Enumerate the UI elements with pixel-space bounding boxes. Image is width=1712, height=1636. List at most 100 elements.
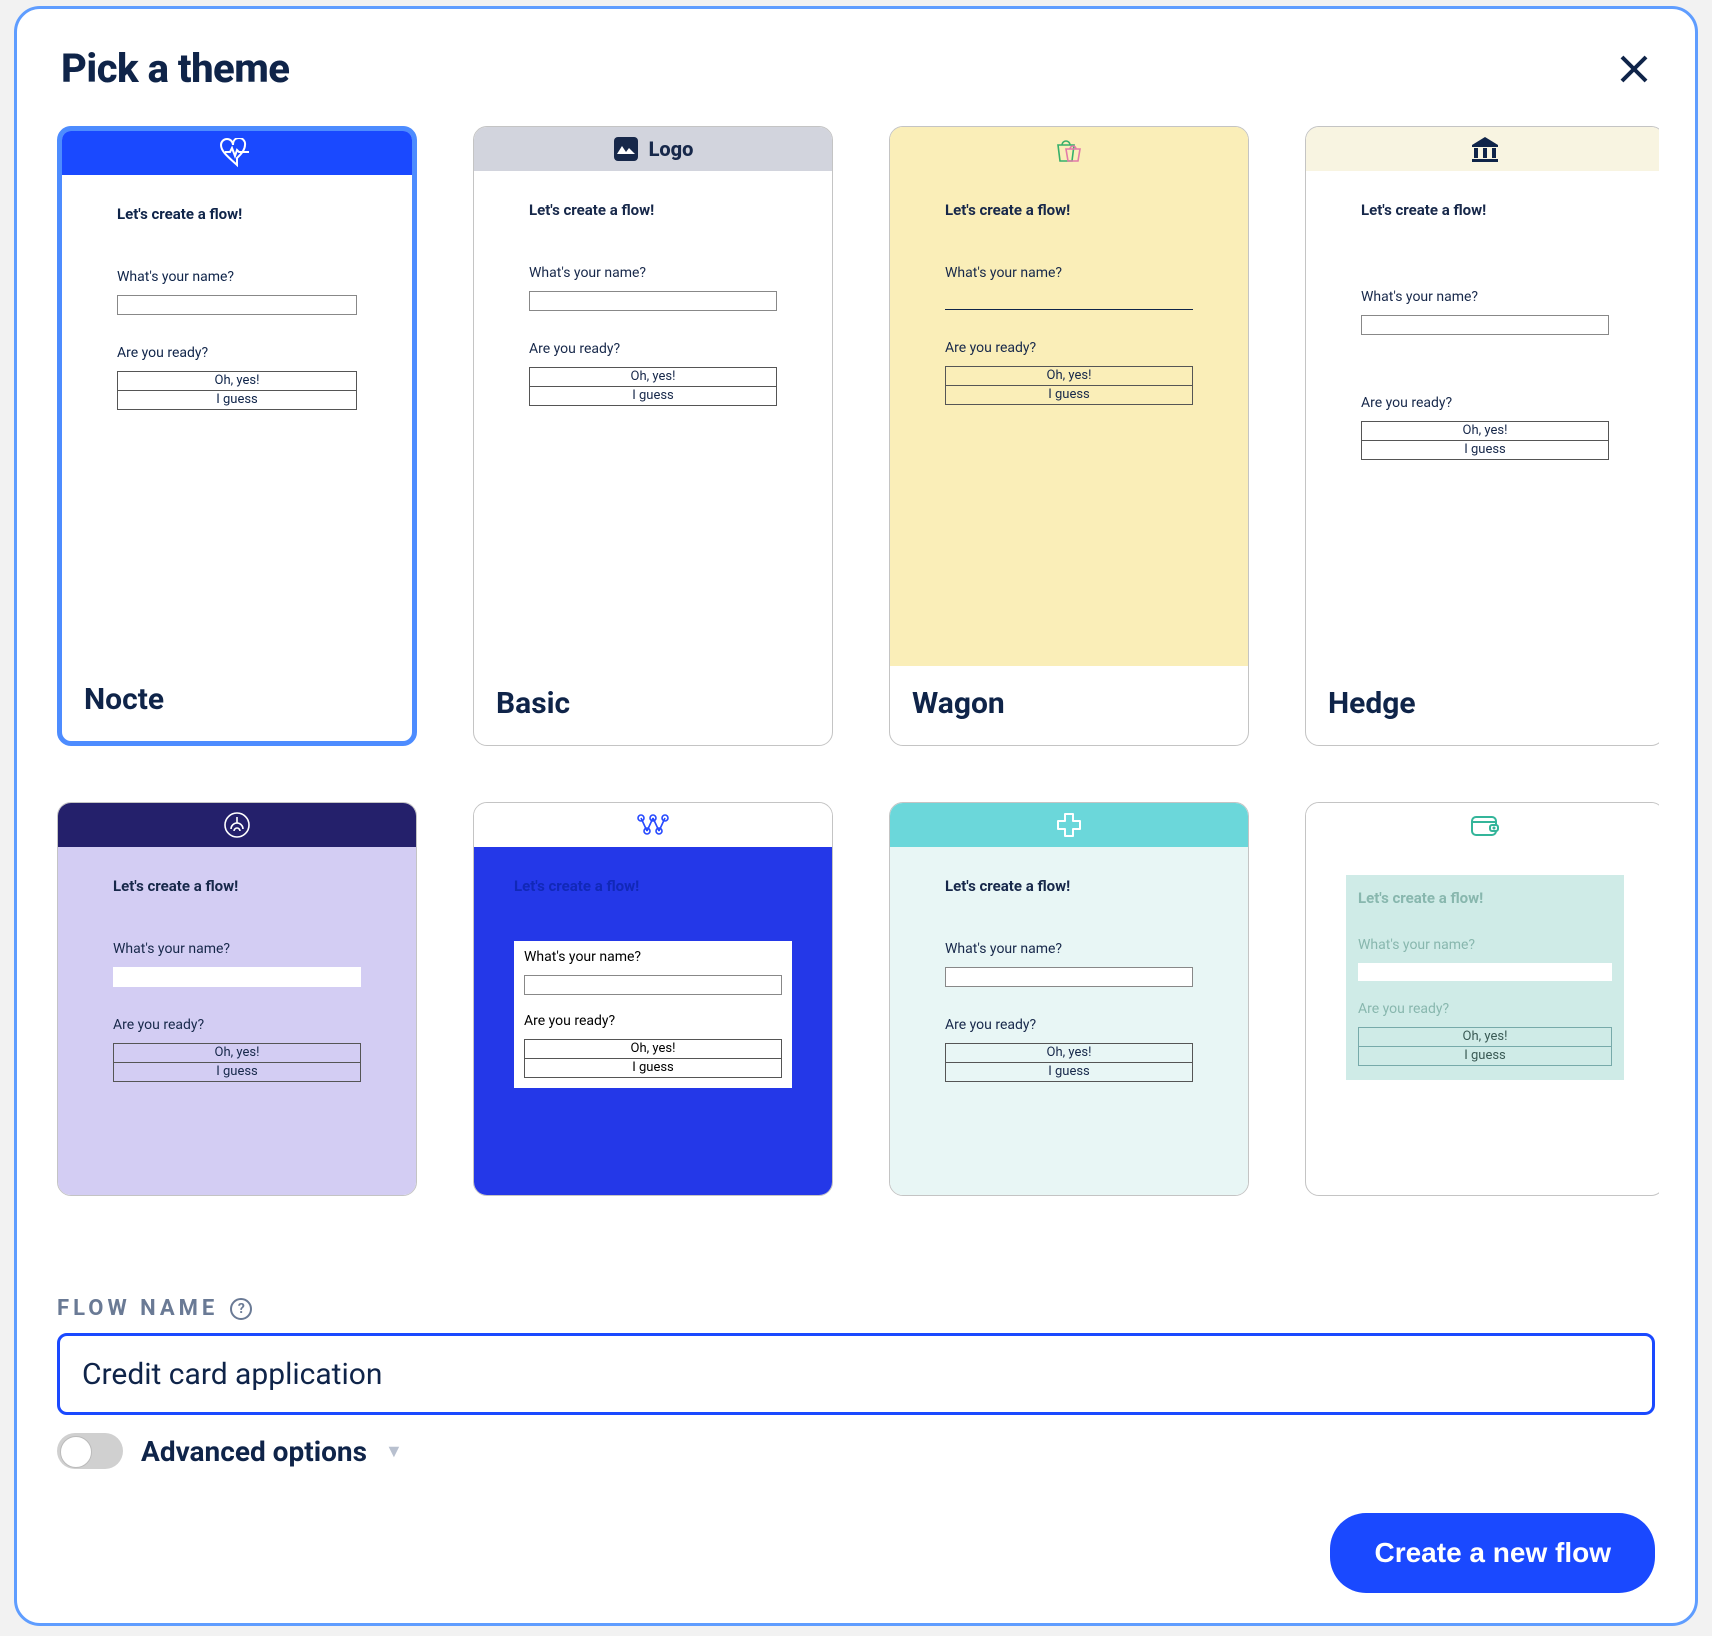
preview-options: Oh, yes! I guess (529, 367, 777, 406)
preview-header (474, 803, 832, 847)
theme-card-wagon[interactable]: Let's create a flow! What's your name? A… (889, 126, 1249, 746)
theme-card-row2c[interactable]: Let's create a flow! What's your name? A… (889, 802, 1249, 1196)
preview-opt2: I guess (114, 1062, 360, 1081)
preview-q2: Are you ready? (117, 345, 357, 361)
modal-footer: Create a new flow (57, 1513, 1655, 1593)
nodes-icon (636, 813, 670, 837)
theme-name: Hedge (1306, 666, 1659, 745)
fingerprint-icon (223, 811, 251, 839)
flow-name-input[interactable] (57, 1333, 1655, 1415)
preview-heading: Let's create a flow! (1358, 889, 1612, 907)
shopping-bag-icon (1054, 135, 1084, 163)
preview-body: Let's create a flow! What's your name? A… (890, 171, 1248, 666)
theme-preview: Let's create a flow! What's your name? A… (474, 803, 832, 1195)
preview-opt1: Oh, yes! (1362, 422, 1608, 440)
preview-q1: What's your name? (113, 941, 361, 957)
preview-body: Let's create a flow! What's your name? A… (58, 847, 416, 1195)
theme-preview: Let's create a flow! What's your name? A… (58, 803, 416, 1195)
theme-card-row2a[interactable]: Let's create a flow! What's your name? A… (57, 802, 417, 1196)
preview-opt2: I guess (118, 390, 356, 409)
preview-q2: Are you ready? (945, 340, 1193, 356)
theme-card-hedge[interactable]: Let's create a flow! What's your name? A… (1305, 126, 1659, 746)
preview-heading: Let's create a flow! (529, 201, 777, 219)
preview-q1: What's your name? (945, 265, 1193, 281)
preview-body: Let's create a flow! What's your name? A… (474, 171, 832, 666)
preview-body: Let's create a flow! What's your name? A… (62, 175, 412, 662)
preview-heading: Let's create a flow! (514, 877, 792, 895)
preview-options: Oh, yes! I guess (1361, 421, 1609, 460)
preview-body: Let's create a flow! What's your name? A… (1306, 847, 1659, 1195)
theme-card-basic[interactable]: Logo Let's create a flow! What's your na… (473, 126, 833, 746)
preview-inner-card: What's your name? Are you ready? Oh, yes… (514, 941, 792, 1088)
preview-header (890, 803, 1248, 847)
preview-opt1: Oh, yes! (946, 367, 1192, 385)
preview-options: Oh, yes! I guess (117, 371, 357, 410)
flow-name-label-row: FLOW NAME ? (57, 1296, 1655, 1321)
wallet-icon (1470, 812, 1500, 838)
preview-q1: What's your name? (117, 269, 357, 285)
preview-heading: Let's create a flow! (945, 201, 1193, 219)
theme-card-nocte[interactable]: Let's create a flow! What's your name? A… (57, 126, 417, 746)
preview-opt2: I guess (530, 386, 776, 405)
theme-card-row2d[interactable]: Let's create a flow! What's your name? A… (1305, 802, 1659, 1196)
preview-q2: Are you ready? (1358, 1001, 1612, 1017)
preview-header (1306, 803, 1659, 847)
advanced-options-row: Advanced options ▼ (57, 1433, 1655, 1469)
logo-badge-icon (613, 136, 639, 162)
medical-cross-icon (1055, 811, 1083, 839)
preview-heading: Let's create a flow! (945, 877, 1193, 895)
theme-name: Wagon (890, 666, 1248, 745)
theme-name: Basic (474, 666, 832, 745)
pick-theme-modal: Pick a theme Let's creat (14, 6, 1698, 1626)
advanced-label: Advanced options (141, 1435, 367, 1468)
flow-form: FLOW NAME ? Advanced options ▼ Create a … (53, 1296, 1659, 1593)
preview-opt1: Oh, yes! (114, 1044, 360, 1062)
preview-opt1: Oh, yes! (946, 1044, 1192, 1062)
preview-options: Oh, yes! I guess (113, 1043, 361, 1082)
help-icon[interactable]: ? (230, 1298, 252, 1320)
modal-header: Pick a theme (53, 45, 1659, 92)
theme-grid-scroll[interactable]: Let's create a flow! What's your name? A… (53, 126, 1659, 1278)
preview-options: Oh, yes! I guess (945, 1043, 1193, 1082)
advanced-toggle[interactable] (57, 1433, 123, 1469)
preview-q1: What's your name? (1358, 937, 1612, 953)
theme-preview: Let's create a flow! What's your name? A… (1306, 803, 1659, 1195)
preview-header (890, 127, 1248, 171)
preview-q2: Are you ready? (529, 341, 777, 357)
preview-input (524, 975, 782, 995)
preview-header (62, 131, 412, 175)
chevron-down-icon[interactable]: ▼ (385, 1441, 403, 1462)
preview-q2: Are you ready? (524, 1013, 782, 1029)
theme-preview: Let's create a flow! What's your name? A… (62, 131, 412, 662)
theme-preview: Let's create a flow! What's your name? A… (1306, 127, 1659, 666)
preview-opt2: I guess (946, 1062, 1192, 1081)
preview-q2: Are you ready? (113, 1017, 361, 1033)
theme-grid: Let's create a flow! What's your name? A… (57, 126, 1655, 1196)
preview-opt1: Oh, yes! (118, 372, 356, 390)
theme-preview: Logo Let's create a flow! What's your na… (474, 127, 832, 666)
preview-body: Let's create a flow! What's your name? A… (890, 847, 1248, 1195)
modal-title: Pick a theme (61, 45, 290, 92)
preview-options: Oh, yes! I guess (1358, 1027, 1612, 1066)
preview-input (1361, 315, 1609, 335)
heartbeat-icon (219, 138, 255, 168)
preview-opt2: I guess (525, 1058, 781, 1077)
preview-q1: What's your name? (1361, 289, 1609, 305)
preview-input (117, 295, 357, 315)
flow-name-label: FLOW NAME (57, 1296, 218, 1321)
theme-card-row2b[interactable]: Let's create a flow! What's your name? A… (473, 802, 833, 1196)
preview-header (1306, 127, 1659, 171)
logo-text: Logo (649, 137, 694, 161)
preview-opt2: I guess (1359, 1046, 1611, 1065)
close-icon[interactable] (1617, 52, 1651, 86)
preview-header (58, 803, 416, 847)
preview-opt1: Oh, yes! (530, 368, 776, 386)
preview-opt1: Oh, yes! (1359, 1028, 1611, 1046)
preview-body: Let's create a flow! What's your name? A… (1306, 171, 1659, 666)
theme-name: Nocte (62, 662, 412, 741)
preview-q2: Are you ready? (945, 1017, 1193, 1033)
preview-input (945, 967, 1193, 987)
preview-opt1: Oh, yes! (525, 1040, 781, 1058)
preview-input (113, 967, 361, 987)
create-flow-button[interactable]: Create a new flow (1330, 1513, 1655, 1593)
